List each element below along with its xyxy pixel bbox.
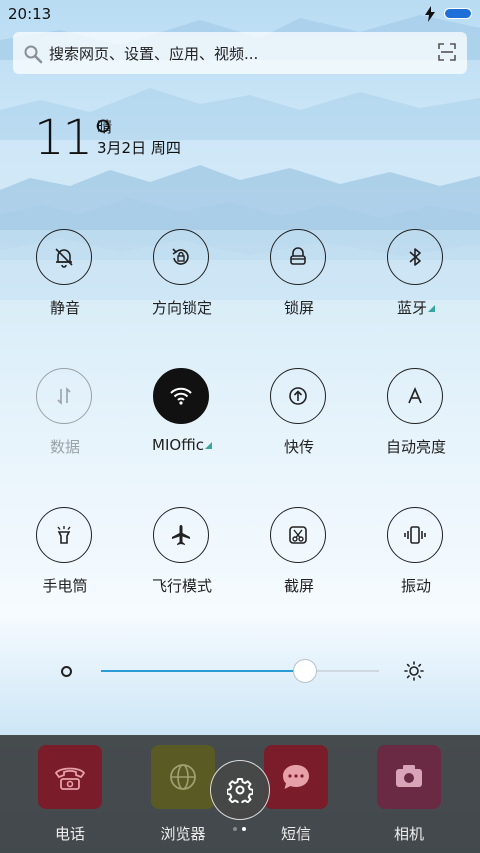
- toggle-label-text: MIOffic: [152, 436, 204, 454]
- bluetooth-icon: [387, 229, 443, 285]
- flashlight-icon: [36, 507, 92, 563]
- toggle-label: 自动亮度: [385, 438, 446, 456]
- battery-icon: [444, 8, 472, 19]
- app-label: 浏览器: [160, 825, 206, 843]
- search-placeholder: 搜索网页、设置、应用、视频...: [49, 45, 259, 63]
- settings-button[interactable]: [210, 760, 270, 820]
- search-bar[interactable]: 搜索网页、设置、应用、视频...: [13, 32, 467, 74]
- brightness-thumb[interactable]: [292, 659, 317, 683]
- toggle-label: 锁屏: [283, 299, 314, 317]
- search-icon: [24, 45, 43, 64]
- brightness-low-icon: [61, 666, 72, 677]
- weather-condition: 晴: [97, 118, 113, 136]
- toggle-airplane-mode[interactable]: 飞行模式: [132, 507, 232, 597]
- message-icon: [283, 765, 309, 789]
- toggle-label: 静音: [49, 299, 80, 317]
- phone-icon: [54, 767, 86, 790]
- wifi-icon: [153, 368, 209, 424]
- status-time: 20:13: [8, 5, 52, 23]
- gear-icon: [227, 778, 253, 803]
- toggle-screenshot[interactable]: 截屏: [249, 507, 349, 597]
- app-phone[interactable]: [38, 745, 102, 809]
- status-bar: 20:13: [0, 0, 480, 28]
- auto-brightness-icon: [387, 368, 443, 424]
- scan-icon[interactable]: [437, 42, 457, 62]
- toggle-label: 快传: [283, 438, 314, 456]
- charging-icon: [425, 6, 435, 22]
- camera-icon: [396, 765, 422, 787]
- toggle-wifi[interactable]: MIOffic: [132, 368, 232, 458]
- toggle-label: 数据: [49, 438, 80, 456]
- more-indicator-icon: [204, 442, 212, 449]
- brightness-slider[interactable]: [101, 659, 379, 683]
- toggle-label: MIOffic: [122, 436, 242, 454]
- app-camera[interactable]: [377, 745, 441, 809]
- airplane-icon: [153, 507, 209, 563]
- page-indicator: [233, 827, 249, 833]
- page-dot: [233, 827, 237, 831]
- toggle-mobile-data[interactable]: 数据: [15, 368, 115, 458]
- app-label: 电话: [54, 825, 85, 843]
- brightness-fill: [101, 670, 304, 672]
- toggle-label: 手电筒: [42, 577, 88, 595]
- globe-icon: [170, 764, 196, 790]
- app-label: 相机: [393, 825, 424, 843]
- toggle-lock-screen[interactable]: 锁屏: [249, 229, 349, 319]
- screenshot-icon: [270, 507, 326, 563]
- lock-icon: [270, 229, 326, 285]
- toggle-label: 截屏: [283, 577, 314, 595]
- toggle-flashlight[interactable]: 手电筒: [15, 507, 115, 597]
- vibrate-icon: [387, 507, 443, 563]
- toggle-label: 振动: [400, 577, 431, 595]
- bell-off-icon: [36, 229, 92, 285]
- app-browser[interactable]: [151, 745, 215, 809]
- brightness-high-icon: [404, 661, 424, 681]
- weather-date: 3月2日 周四: [97, 139, 181, 157]
- toggle-label: 方向锁定: [151, 299, 212, 317]
- toggle-silent[interactable]: 静音: [15, 229, 115, 319]
- toggle-rotation-lock[interactable]: 方向锁定: [132, 229, 232, 319]
- app-messages[interactable]: [264, 745, 328, 809]
- app-label: 短信: [280, 825, 311, 843]
- toggle-label: 飞行模式: [151, 577, 212, 595]
- toggle-auto-brightness[interactable]: 自动亮度: [366, 368, 466, 458]
- toggle-quick-transfer[interactable]: 快传: [249, 368, 349, 458]
- share-transfer-icon: [270, 368, 326, 424]
- mobile-data-icon: [36, 368, 92, 424]
- toggle-vibrate[interactable]: 振动: [366, 507, 466, 597]
- toggle-bluetooth[interactable]: 蓝牙: [366, 229, 466, 319]
- toggle-label: 蓝牙: [356, 297, 476, 318]
- page-dot-active: [242, 827, 246, 831]
- toggle-label-text: 蓝牙: [396, 299, 427, 317]
- rotation-lock-icon: [153, 229, 209, 285]
- more-indicator-icon: [428, 305, 435, 312]
